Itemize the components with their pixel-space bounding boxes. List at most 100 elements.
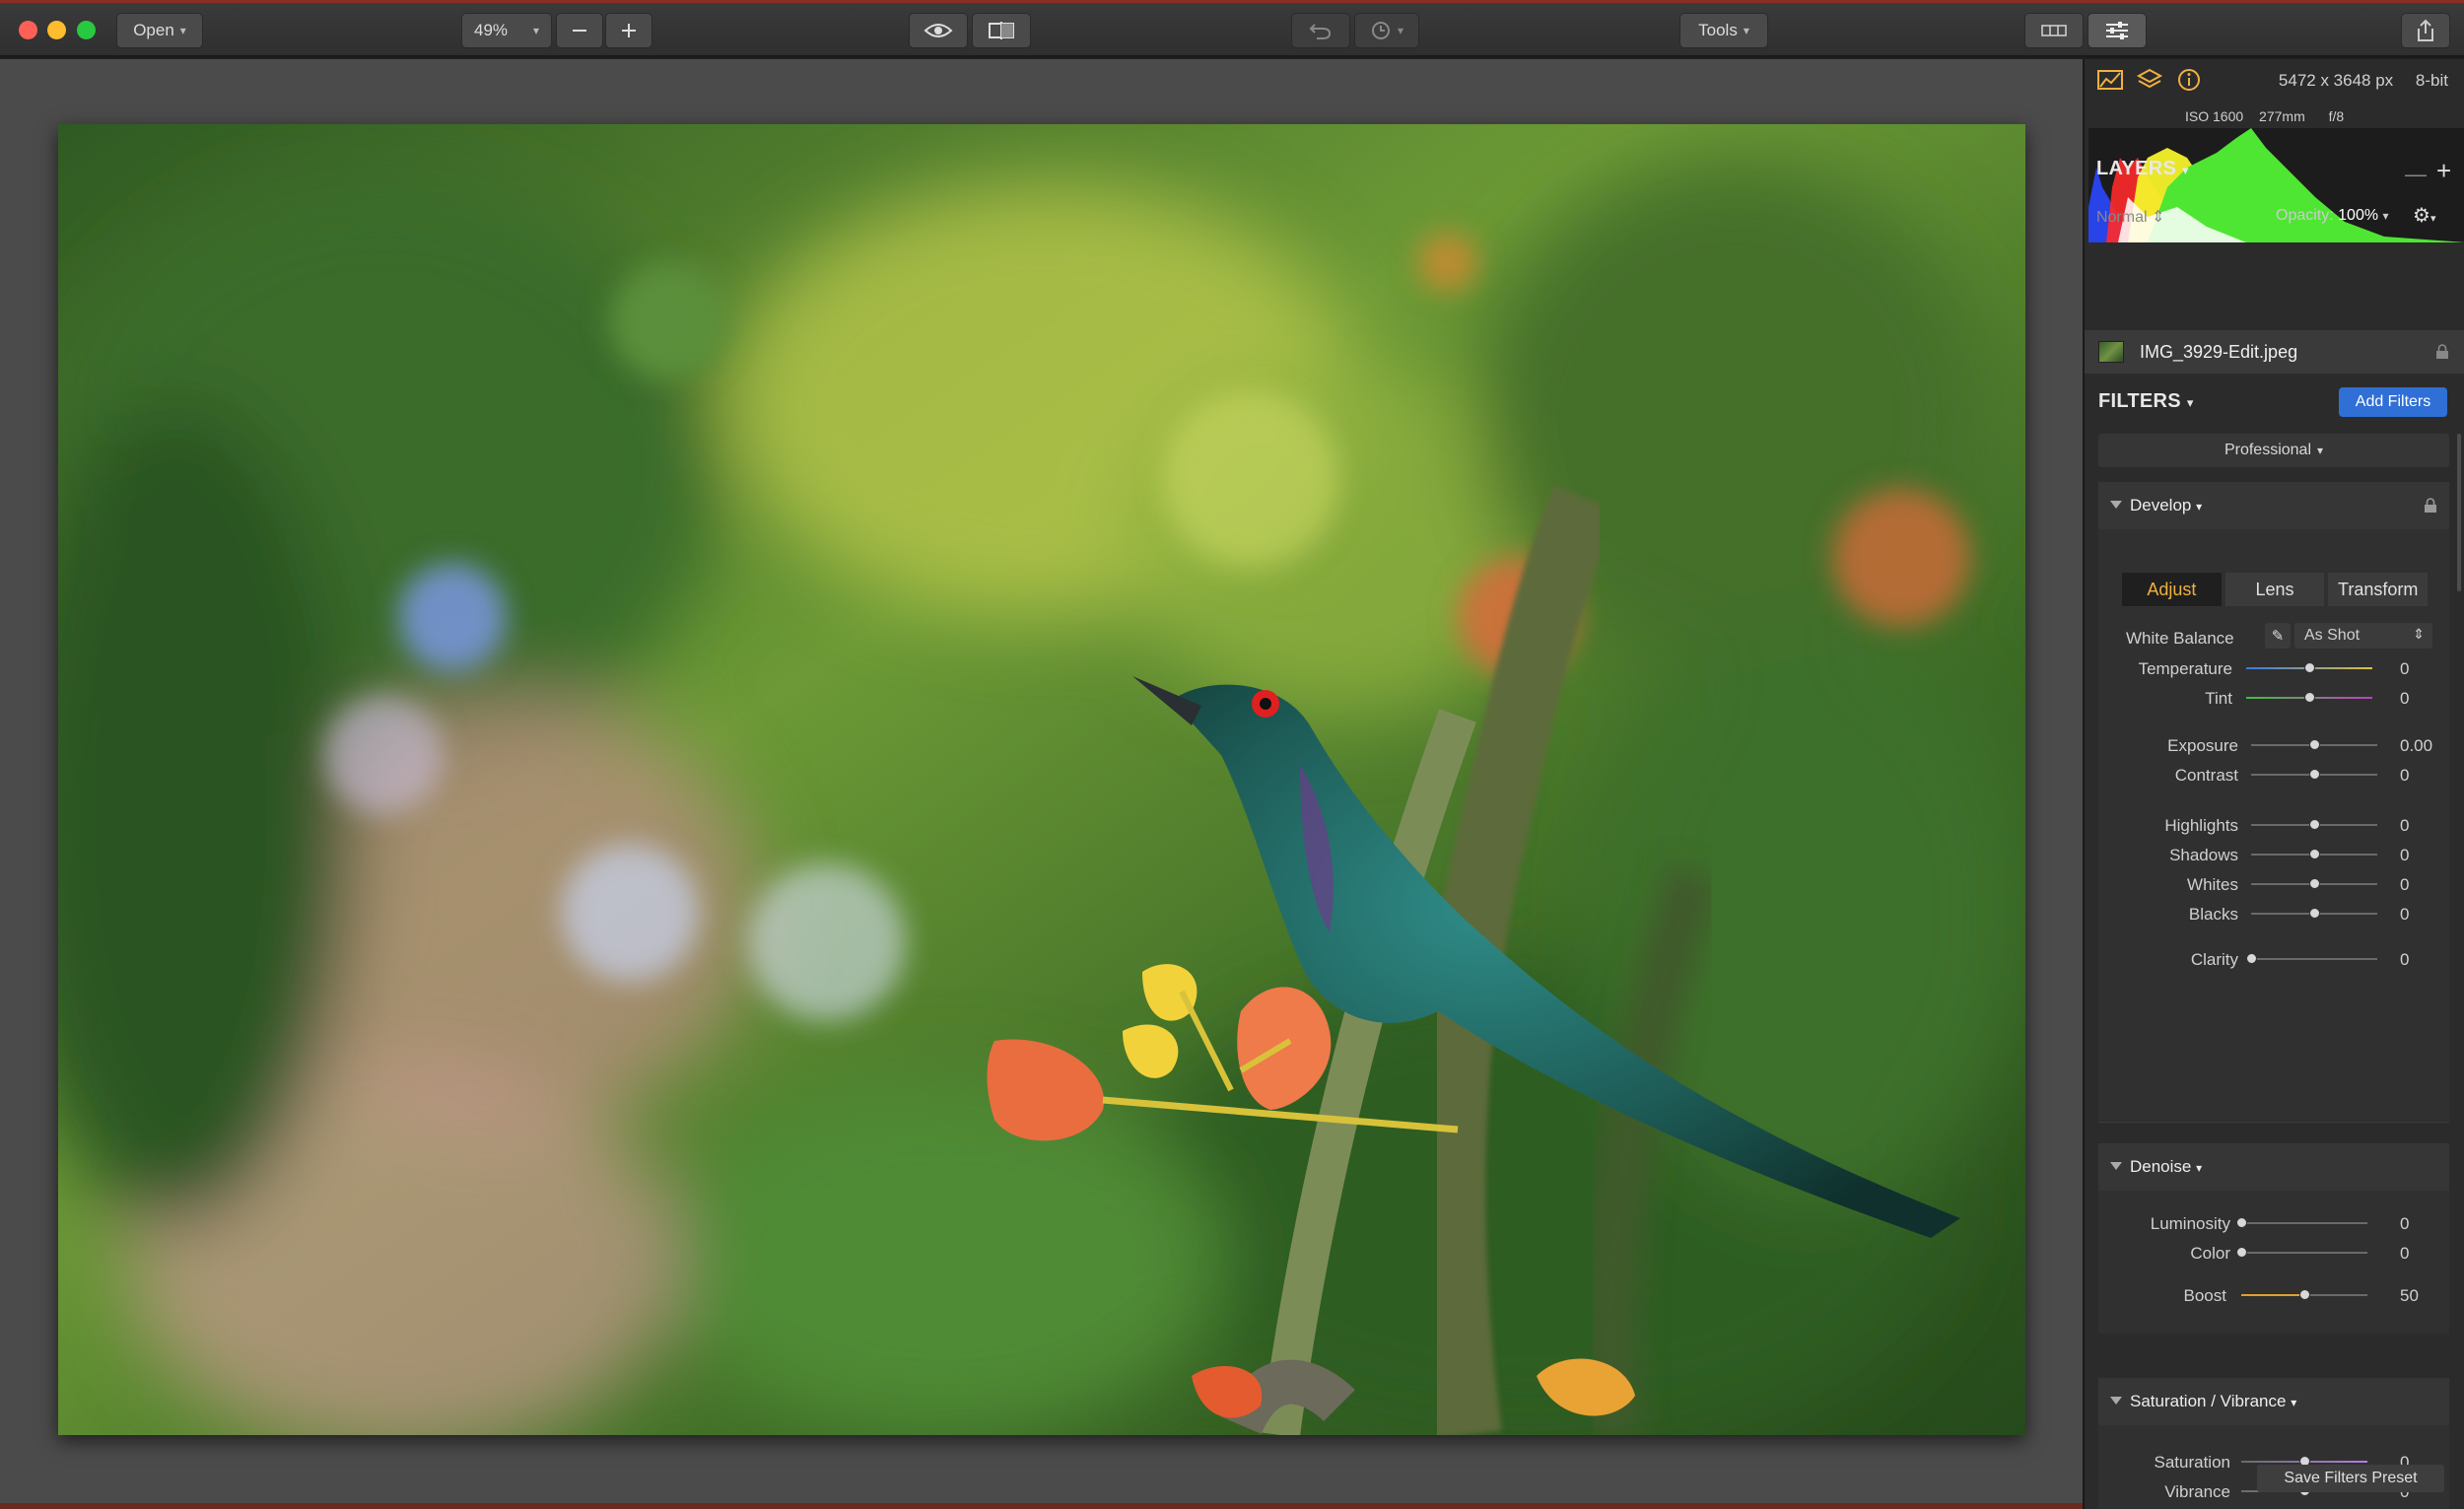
slider-handle[interactable] — [2309, 819, 2320, 830]
slider-value[interactable]: 0 — [2400, 1214, 2409, 1234]
slider-blacks[interactable]: Blacks 0 — [2098, 903, 2449, 925]
zoom-select[interactable]: 49% ▾ — [461, 13, 552, 48]
image-dimensions: 5472 x 3648 px 8-bit — [2279, 71, 2448, 91]
tab-adjust[interactable]: Adjust — [2122, 573, 2222, 606]
denoise-filter-header[interactable]: Denoise ▾ — [2098, 1143, 2449, 1191]
layers-title[interactable]: LAYERS ▾ — [2096, 158, 2189, 180]
slider-value[interactable]: 0.00 — [2400, 736, 2432, 756]
collapse-triangle-icon[interactable] — [2110, 1162, 2122, 1170]
slider-value[interactable]: 0 — [2400, 689, 2409, 709]
remove-layer-button[interactable]: — — [2405, 162, 2427, 187]
histogram-icon[interactable] — [2096, 67, 2124, 93]
add-filters-button[interactable]: Add Filters — [2339, 387, 2447, 417]
slider-clarity[interactable]: Clarity 0 — [2098, 948, 2449, 970]
slider-value[interactable]: 0 — [2400, 846, 2409, 865]
blend-mode-select[interactable]: Normal ⇕ — [2096, 207, 2164, 227]
add-layer-button[interactable]: + — [2436, 156, 2451, 186]
develop-filter-header[interactable]: Develop ▾ — [2098, 482, 2449, 529]
slider-value[interactable]: 0 — [2400, 950, 2409, 970]
panel-scrollbar[interactable] — [2457, 434, 2461, 591]
slider-handle[interactable] — [2304, 692, 2315, 703]
slider-value[interactable]: 0 — [2400, 875, 2409, 895]
layers-icon[interactable] — [2136, 67, 2163, 93]
slider-handle[interactable] — [2309, 908, 2320, 919]
white-balance-value: As Shot — [2304, 627, 2361, 644]
slider-boost[interactable]: Boost 50 — [2098, 1284, 2449, 1306]
image-canvas[interactable] — [0, 59, 2083, 1509]
slider-luminosity[interactable]: Luminosity 0 — [2098, 1212, 2449, 1234]
iso-value: ISO 1600 — [2185, 108, 2244, 124]
slider-track[interactable] — [2241, 1222, 2367, 1224]
slider-value[interactable]: 0 — [2400, 1244, 2409, 1264]
photo-preview[interactable] — [58, 124, 2025, 1435]
slider-handle[interactable] — [2236, 1247, 2247, 1258]
open-button[interactable]: Open ▾ — [116, 13, 203, 48]
slider-label: Temperature — [2138, 659, 2232, 678]
save-filters-preset-button[interactable]: Save Filters Preset — [2257, 1465, 2444, 1492]
compare-button[interactable] — [972, 13, 1031, 48]
tools-menu-button[interactable]: Tools ▾ — [1679, 13, 1768, 48]
slider-contrast[interactable]: Contrast 0 — [2098, 764, 2449, 786]
slider-exposure[interactable]: Exposure 0.00 — [2098, 734, 2449, 756]
preview-button[interactable] — [909, 13, 968, 48]
workspace-select[interactable]: Professional ▾ — [2098, 434, 2449, 467]
history-button[interactable]: ▾ — [1354, 13, 1419, 48]
slider-track[interactable] — [2241, 1252, 2367, 1254]
slider-label: Contrast — [2174, 766, 2238, 785]
collapse-triangle-icon[interactable] — [2110, 501, 2122, 509]
chevron-down-icon: ▾ — [2186, 395, 2194, 410]
tab-lens[interactable]: Lens — [2224, 573, 2325, 606]
collapse-triangle-icon[interactable] — [2110, 1397, 2122, 1405]
edit-view-button[interactable] — [2088, 13, 2147, 48]
bird-photo-image — [58, 124, 2025, 1435]
tab-transform[interactable]: Transform — [2328, 573, 2429, 606]
maximize-window-button[interactable] — [77, 21, 96, 39]
slider-highlights[interactable]: Highlights 0 — [2098, 814, 2449, 836]
lock-icon[interactable] — [2424, 498, 2437, 514]
minimize-window-button[interactable] — [47, 21, 66, 39]
share-button[interactable] — [2401, 13, 2450, 48]
slider-value[interactable]: 0 — [2400, 659, 2409, 679]
layer-item[interactable]: IMG_3929-Edit.jpeg — [2085, 330, 2464, 374]
white-balance-select[interactable]: As Shot ⇕ — [2294, 623, 2432, 649]
zoom-out-button[interactable] — [556, 13, 603, 48]
slider-shadows[interactable]: Shadows 0 — [2098, 844, 2449, 865]
info-icon[interactable] — [2175, 67, 2203, 93]
slider-label: Luminosity — [2150, 1214, 2230, 1233]
lock-icon[interactable] — [2435, 344, 2449, 360]
slider-value[interactable]: 0 — [2400, 766, 2409, 786]
saturation-vibrance-title: Saturation / Vibrance ▾ — [2130, 1392, 2296, 1411]
slider-color[interactable]: Color 0 — [2098, 1242, 2449, 1264]
slider-handle[interactable] — [2309, 739, 2320, 750]
zoom-in-button[interactable] — [605, 13, 652, 48]
denoise-title: Denoise ▾ — [2130, 1157, 2202, 1177]
slider-handle[interactable] — [2299, 1289, 2310, 1300]
slider-tint[interactable]: Tint 0 — [2098, 687, 2449, 709]
slider-handle[interactable] — [2309, 849, 2320, 859]
chevron-down-icon: ▾ — [2291, 1396, 2297, 1409]
slider-value[interactable]: 50 — [2400, 1286, 2419, 1306]
slider-handle[interactable] — [2246, 953, 2257, 964]
slider-handle[interactable] — [2309, 878, 2320, 889]
right-panel: 5472 x 3648 px 8-bit ISO 1600 277mm f/8 … — [2083, 59, 2464, 1509]
saturation-vibrance-filter-header[interactable]: Saturation / Vibrance ▾ — [2098, 1378, 2449, 1425]
layer-settings-gear-icon[interactable]: ⚙▾ — [2413, 203, 2435, 228]
slider-handle[interactable] — [2236, 1217, 2247, 1228]
slider-value[interactable]: 0 — [2400, 905, 2409, 925]
filmstrip-icon — [2041, 25, 2067, 36]
opacity-control[interactable]: Opacity: 100% ▾ — [2276, 207, 2389, 225]
slider-handle[interactable] — [2304, 662, 2315, 673]
slider-handle[interactable] — [2309, 769, 2320, 780]
slider-temperature[interactable]: Temperature 0 — [2098, 657, 2449, 679]
slider-track[interactable] — [2251, 958, 2377, 960]
filters-title[interactable]: FILTERS ▾ — [2098, 390, 2194, 413]
slider-label: Boost — [2183, 1286, 2226, 1305]
develop-title: Develop ▾ — [2130, 496, 2202, 515]
close-window-button[interactable] — [19, 21, 37, 39]
browse-view-button[interactable] — [2024, 13, 2084, 48]
eyedropper-icon[interactable]: ✎ — [2265, 623, 2291, 649]
slider-value[interactable]: 0 — [2400, 816, 2409, 836]
undo-button[interactable] — [1291, 13, 1350, 48]
slider-whites[interactable]: Whites 0 — [2098, 873, 2449, 895]
chevron-down-icon: ▾ — [179, 24, 186, 37]
